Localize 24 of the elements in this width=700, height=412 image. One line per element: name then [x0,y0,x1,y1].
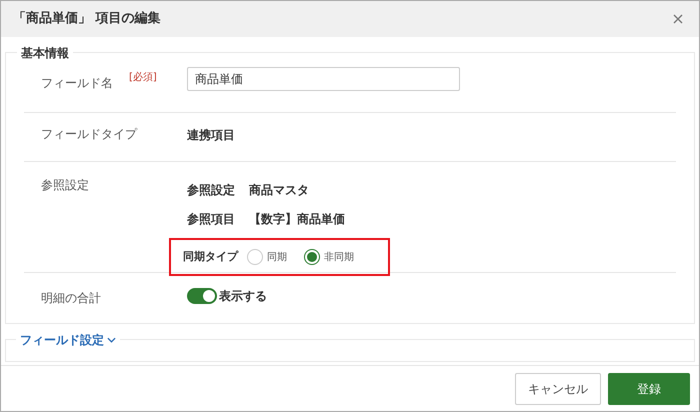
register-button[interactable]: 登録 [608,372,690,404]
row-label: フィールド名 [41,76,113,90]
radio-button[interactable] [304,249,320,265]
dialog-title: 「商品単価」 項目の編集 [13,10,161,28]
radio-option[interactable]: 非同期 [304,249,354,265]
sync-type-label: 同期タイプ [183,248,238,265]
reference-label: 参照設定 [187,182,235,199]
section-legend: 基本情報 [17,44,73,62]
reference-value: 【数字】商品単価 [249,211,345,228]
close-icon [673,14,683,24]
row-label: フィールドタイプ [41,127,137,141]
row-label: 参照設定 [41,178,89,192]
toggle-switch[interactable] [187,288,217,304]
required-label: [必須] [129,70,158,85]
row-label: 明細の合計 [41,291,101,305]
radio-option[interactable]: 同期 [247,249,287,265]
toggle-label: 表示する [219,288,267,305]
chevron-icon [107,337,116,343]
field-name-input[interactable]: 商品単価 [187,67,460,91]
cancel-button[interactable]: キャンセル [515,372,601,404]
reference-value: 商品マスタ [249,182,309,199]
field-type-value: 連携項目 [187,127,235,144]
reference-label: 参照項目 [187,211,235,228]
field-settings-toggle[interactable]: フィールド設定 [16,331,120,349]
